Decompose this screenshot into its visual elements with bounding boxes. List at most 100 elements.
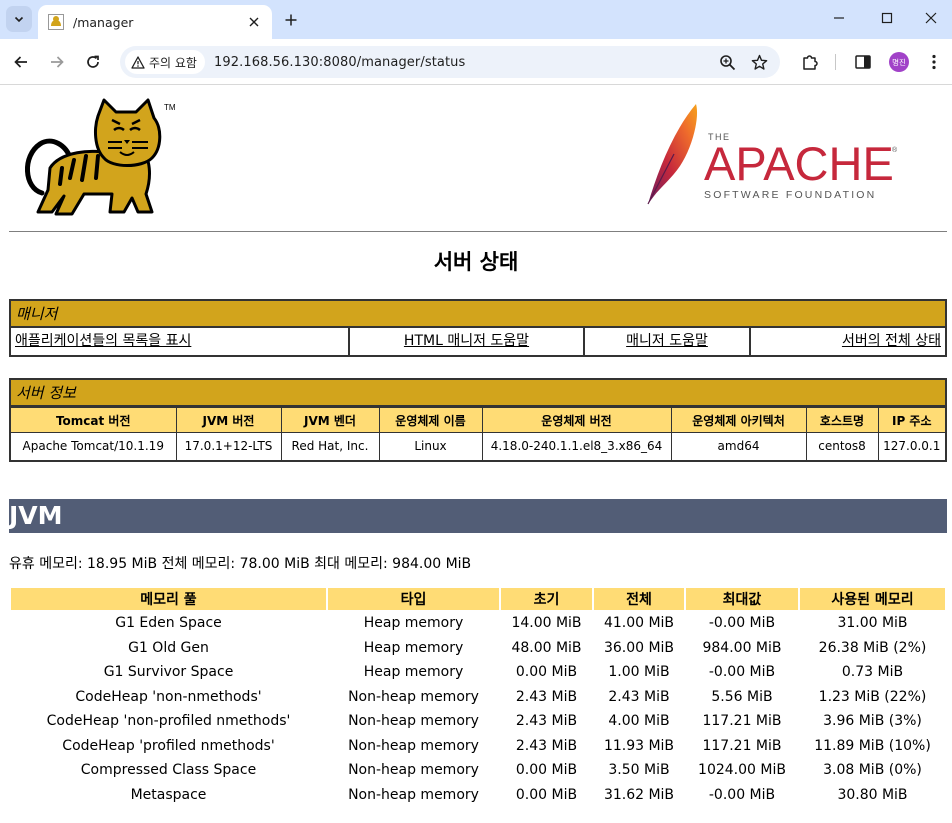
memory-pool-name: Compressed Class Space (80, 762, 257, 779)
apache-logo[interactable]: THE APACHE ® SOFTWARE FOUNDATION (644, 100, 899, 208)
server-info-table: Tomcat 버전 JVM 버전 JVM 벤더 운영체제 이름 운영체제 버전 … (11, 407, 945, 460)
os-version-value: 4.18.0-240.1.1.el8_3.x86_64 (481, 432, 672, 460)
reload-icon (87, 55, 99, 68)
memory-maximum: -0.00 MiB (708, 786, 776, 803)
memory-initial: 2.43 MiB (515, 688, 578, 705)
os-arch-value: amd64 (670, 432, 807, 460)
table-row: CodeHeap 'non-nmethods' Non-heap memory … (11, 686, 945, 709)
memory-initial: 2.43 MiB (515, 737, 578, 754)
profile-avatar[interactable]: 명진 (889, 52, 909, 72)
memory-total: 31.62 MiB (603, 786, 675, 803)
table-row: G1 Eden Space Heap memory 14.00 MiB 41.0… (11, 612, 945, 635)
memory-header-row: 메모리 풀 타입 초기 전체 최대값 사용된 메모리 (11, 588, 945, 610)
memory-pool-name: CodeHeap 'profiled nmethods' (62, 737, 275, 754)
memory-maximum: 117.21 MiB (702, 737, 782, 754)
memory-type: Non-heap memory (348, 786, 479, 803)
memory-total: 36.00 MiB (603, 639, 675, 656)
memory-total: 1.00 MiB (608, 664, 670, 681)
column-header: 운영체제 아키텍처 (670, 407, 807, 433)
browser-toolbar: 주의 요함 192.168.56.130:8080/manager/status… (0, 39, 952, 85)
bookmark-button[interactable] (749, 52, 769, 72)
star-icon (751, 54, 767, 70)
table-row: Compressed Class Space Non-heap memory 0… (11, 759, 945, 782)
column-header: 메모리 풀 (11, 588, 326, 610)
tab-search-button[interactable] (6, 6, 32, 32)
minimize-icon (834, 17, 844, 19)
zoom-button[interactable] (717, 52, 737, 72)
memory-used: 1.23 MiB (22%) (818, 688, 927, 705)
server-info-header-row: Tomcat 버전 JVM 버전 JVM 벤더 운영체제 이름 운영체제 버전 … (11, 407, 945, 433)
memory-used: 3.08 MiB (0%) (823, 762, 922, 779)
memory-maximum: 117.21 MiB (702, 713, 782, 730)
warning-icon (131, 55, 145, 69)
new-tab-button[interactable] (280, 9, 302, 31)
list-applications-link[interactable]: 애플리케이션들의 목록을 표시 (15, 333, 191, 349)
memory-pool-name: G1 Survivor Space (103, 664, 234, 681)
memory-initial: 2.43 MiB (515, 713, 578, 730)
memory-used: 30.80 MiB (837, 786, 908, 803)
column-header: 호스트명 (805, 407, 879, 433)
html-manager-help-link[interactable]: HTML 매니저 도움말 (404, 333, 529, 349)
chevron-down-icon (14, 16, 24, 23)
os-name-value: Linux (378, 432, 483, 460)
memory-initial: 48.00 MiB (511, 639, 582, 656)
tab-close-button[interactable] (246, 14, 262, 30)
memory-pool-name: G1 Eden Space (115, 615, 222, 632)
memory-total: 41.00 MiB (603, 615, 675, 632)
jvm-vendor-value: Red Hat, Inc. (280, 432, 380, 460)
column-header: 전체 (594, 588, 684, 610)
memory-type: Non-heap memory (348, 762, 479, 779)
table-row: G1 Survivor Space Heap memory 0.00 MiB 1… (11, 661, 945, 684)
arrow-right-icon (51, 56, 64, 68)
security-chip[interactable]: 주의 요함 (125, 50, 205, 74)
tomcat-favicon-icon (48, 14, 64, 30)
memory-pool-name: CodeHeap 'non-nmethods' (75, 688, 262, 705)
column-header: 최대값 (686, 588, 798, 610)
manager-panel-title: 매니저 (11, 301, 945, 328)
maximize-button[interactable] (864, 0, 910, 36)
minimize-button[interactable] (816, 0, 862, 36)
complete-server-status-link[interactable]: 서버의 전체 상태 (842, 333, 941, 349)
memory-type: Heap memory (363, 615, 464, 632)
table-row: G1 Old Gen Heap memory 48.00 MiB 36.00 M… (11, 637, 945, 660)
manager-cell: 서버의 전체 상태 (751, 328, 945, 355)
memory-pools-table: 메모리 풀 타입 초기 전체 최대값 사용된 메모리 G1 Eden Space… (9, 586, 947, 808)
menu-button[interactable] (923, 51, 945, 73)
memory-initial: 0.00 MiB (515, 762, 578, 779)
memory-type: Non-heap memory (348, 737, 479, 754)
memory-maximum: 1024.00 MiB (698, 762, 786, 779)
memory-initial: 0.00 MiB (515, 664, 578, 681)
browser-tab[interactable]: /manager (38, 5, 272, 39)
manager-help-link[interactable]: 매니저 도움말 (626, 333, 708, 349)
forward-button[interactable] (43, 48, 71, 76)
url-text[interactable]: 192.168.56.130:8080/manager/status (214, 55, 465, 70)
zoom-icon (719, 54, 735, 70)
server-info-panel-title: 서버 정보 (11, 380, 945, 407)
hostname-value: centos8 (805, 432, 879, 460)
server-info-panel: 서버 정보 Tomcat 버전 JVM 버전 JVM 벤더 운영체제 이름 운영… (9, 378, 947, 462)
window-close-button[interactable] (908, 0, 952, 36)
arrow-left-icon (14, 56, 27, 68)
maximize-icon (881, 12, 893, 24)
manager-links-row: 애플리케이션들의 목록을 표시 HTML 매니저 도움말 매니저 도움말 서버의… (11, 328, 945, 355)
memory-used: 26.38 MiB (2%) (818, 639, 927, 656)
memory-maximum: 5.56 MiB (711, 688, 773, 705)
memory-pool-name: Metaspace (130, 786, 207, 803)
extensions-button[interactable] (799, 51, 821, 73)
toolbar-separator (835, 54, 836, 70)
memory-pool-name: G1 Old Gen (128, 639, 209, 656)
memory-initial: 14.00 MiB (511, 615, 582, 632)
apache-reg: ® (892, 146, 898, 154)
memory-summary: 유휴 메모리: 18.95 MiB 전체 메모리: 78.00 MiB 최대 메… (9, 556, 472, 572)
table-row: CodeHeap 'non-profiled nmethods' Non-hea… (11, 710, 945, 733)
close-icon (925, 12, 937, 24)
column-header: JVM 벤더 (280, 407, 380, 433)
header-divider (9, 231, 947, 232)
side-panel-button[interactable] (852, 51, 874, 73)
address-bar[interactable]: 주의 요함 192.168.56.130:8080/manager/status (120, 46, 780, 78)
tomcat-logo[interactable]: TM (12, 98, 182, 222)
reload-button[interactable] (79, 48, 107, 76)
back-button[interactable] (7, 48, 35, 76)
page-title: 서버 상태 (433, 250, 519, 274)
server-info-values-row: Apache Tomcat/10.1.19 17.0.1+12-LTS Red … (11, 432, 945, 460)
